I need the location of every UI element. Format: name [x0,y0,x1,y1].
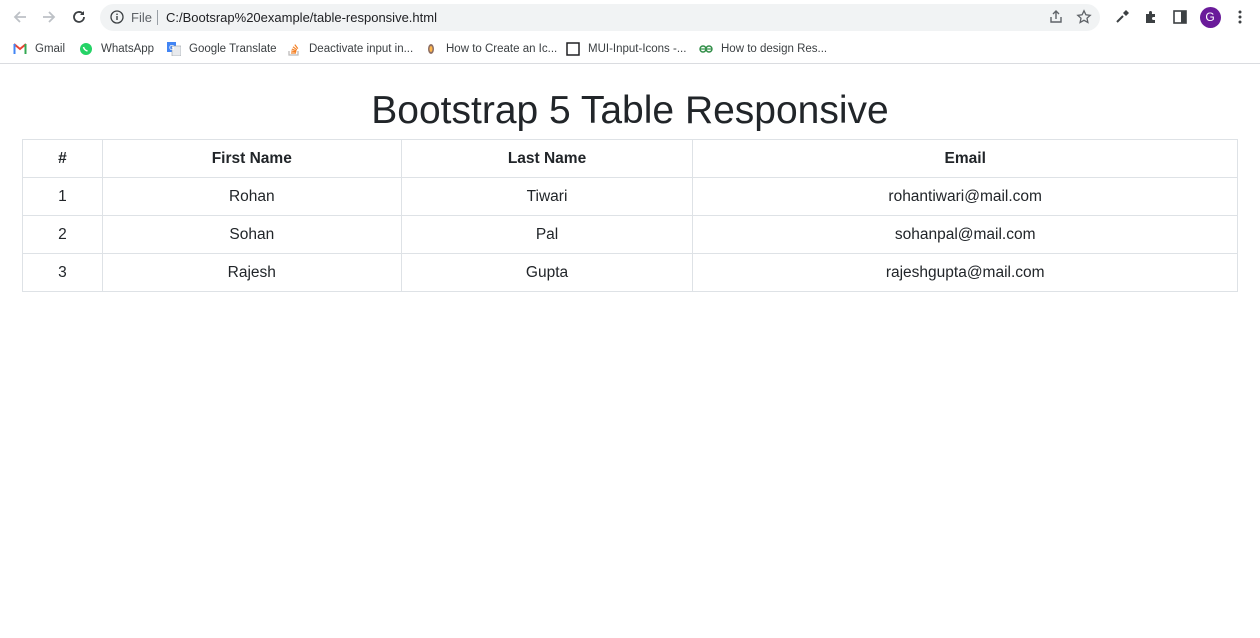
header-last-name: Last Name [400,139,694,178]
table-row: 2 Sohan Pal sohanpal@mail.com [22,215,1238,254]
cell-email: rohantiwari@mail.com [692,177,1238,216]
site-icon [424,42,438,56]
avatar: G [1199,6,1221,28]
bookmark-mui-input-icons[interactable]: MUI-Input-Icons -... [566,40,686,57]
bookmark-label: MUI-Input-Icons -... [588,42,687,55]
users-table: # First Name Last Name Email 1 Rohan Tiw… [22,139,1238,292]
cell-email: rajeshgupta@mail.com [692,253,1238,292]
info-icon[interactable] [110,10,124,29]
stackoverflow-icon [287,42,301,56]
bookmark-label: Deactivate input in... [309,42,414,55]
eyedropper-icon [1116,10,1129,23]
bookmark-label: Google Translate [189,42,277,55]
header-email: Email [692,139,1238,178]
puzzle-icon [1146,11,1155,23]
cell-number: 1 [22,177,103,216]
browser-toolbar: File C:/Bootsrap%20example/table-respons… [0,0,1260,34]
page-title: Bootstrap 5 Table Responsive [371,89,889,132]
forward-arrow-icon [43,11,56,23]
gmail-icon [13,42,27,56]
forward-button[interactable] [37,5,61,29]
star-icon[interactable] [1076,9,1092,30]
bookmark-how-to-create-icon[interactable]: How to Create an Ic... [424,40,557,57]
menu-button[interactable] [1229,6,1251,28]
profile-button[interactable]: G [1199,6,1221,28]
translate-icon: G [167,41,181,56]
kebab-menu-icon [1238,10,1242,24]
back-button[interactable] [8,5,32,29]
reload-button[interactable] [67,5,91,29]
bookmark-whatsapp[interactable]: WhatsApp [79,40,154,57]
svg-text:G: G [169,44,174,52]
share-icon[interactable] [1048,9,1064,30]
cell-last-name: Pal [400,215,694,254]
table-row: 3 Rajesh Gupta rajeshgupta@mail.com [22,253,1238,292]
gfg-icon [699,42,713,56]
url-text[interactable]: C:/Bootsrap%20example/table-responsive.h… [166,10,437,25]
back-arrow-icon [13,11,26,23]
whatsapp-icon [79,42,93,56]
bookmark-label: WhatsApp [101,42,155,55]
side-panel-button[interactable] [1169,6,1191,28]
cell-last-name: Tiwari [400,177,694,216]
bookmark-how-to-design[interactable]: How to design Res... [699,40,827,57]
bookmark-label: How to design Res... [721,42,828,55]
file-label: File [131,10,152,25]
header-first-name: First Name [101,139,402,178]
cell-number: 3 [22,253,103,292]
header-number: # [22,139,103,178]
bookmark-deactivate-input[interactable]: Deactivate input in... [287,40,413,57]
side-panel-icon [1173,10,1187,24]
bookmark-label: How to Create an Ic... [446,42,558,55]
bookmarks-bar: Gmail WhatsApp G Google Translate Deacti… [0,34,1260,64]
table-header-row: # First Name Last Name Email [22,139,1238,178]
bookmark-google-translate[interactable]: G Google Translate [167,40,277,57]
cell-email: sohanpal@mail.com [692,215,1238,254]
cell-first-name: Sohan [101,215,402,254]
cell-number: 2 [22,215,103,254]
reload-icon [73,11,85,23]
bookmark-gmail[interactable]: Gmail [13,40,65,57]
cell-first-name: Rohan [101,177,402,216]
eyedropper-extension-button[interactable] [1111,6,1133,28]
bookmark-label: Gmail [35,42,66,55]
omnibox-divider [157,10,158,25]
address-bar[interactable]: File C:/Bootsrap%20example/table-respons… [100,4,1100,31]
extensions-button[interactable] [1140,6,1162,28]
cell-first-name: Rajesh [101,253,402,292]
table-row: 1 Rohan Tiwari rohantiwari@mail.com [22,177,1238,216]
cell-last-name: Gupta [400,253,694,292]
page-icon [566,41,580,56]
